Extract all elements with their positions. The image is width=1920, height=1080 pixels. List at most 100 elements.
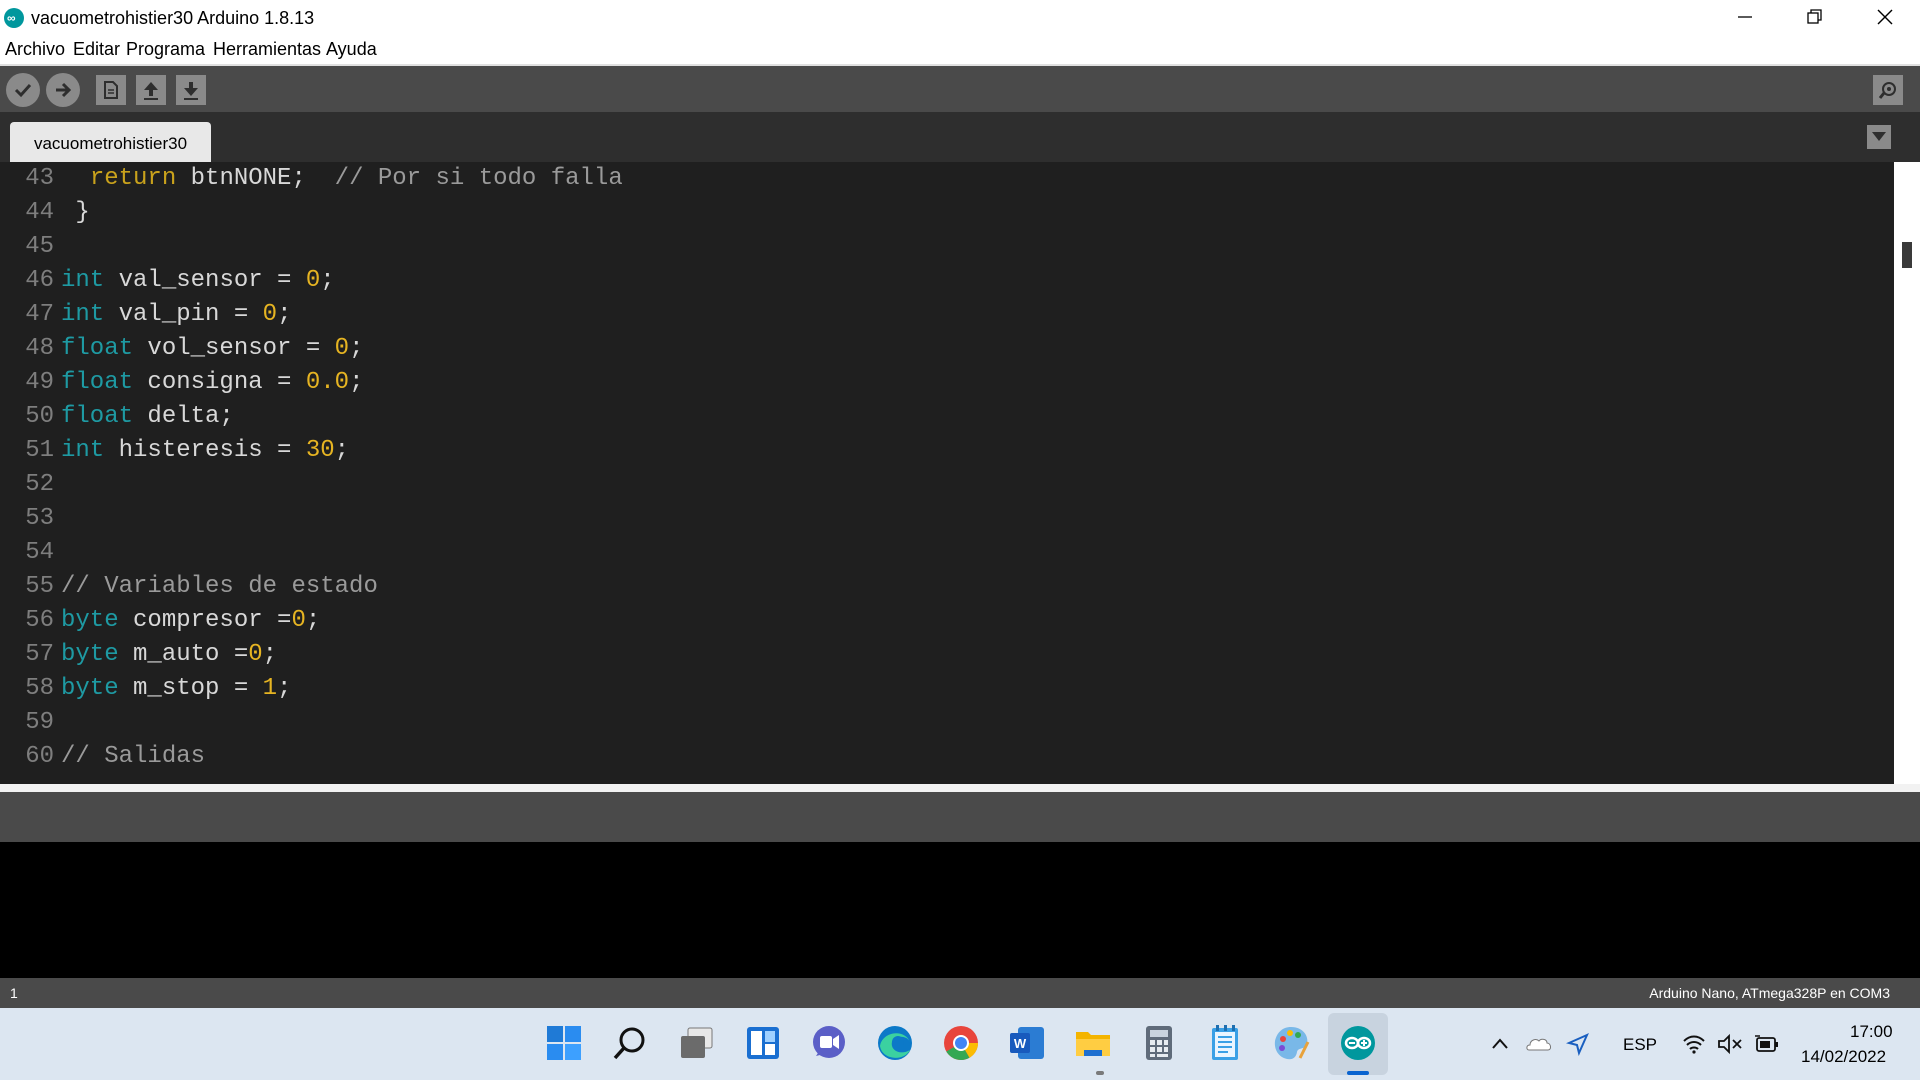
code-line[interactable]: 58 byte m_stop = 1; (0, 672, 1894, 706)
start-button[interactable] (543, 1022, 585, 1064)
battery-button[interactable] (1754, 1032, 1780, 1056)
code-line[interactable]: 54 (0, 536, 1894, 570)
menu-editar[interactable]: Editar (73, 39, 120, 60)
task-view-icon (681, 1027, 713, 1058)
tab-bar: vacuometrohistier30 (0, 112, 1920, 162)
menu-bar: Archivo Editar Programa Herramientas Ayu… (0, 34, 1920, 66)
code-line[interactable]: 55 // Variables de estado (0, 570, 1894, 604)
line-code[interactable]: } (61, 196, 89, 230)
close-icon (1877, 9, 1893, 25)
line-code[interactable]: int val_pin = 0; (61, 298, 291, 332)
serial-monitor-button[interactable] (1873, 75, 1903, 105)
line-number: 58 (25, 675, 54, 702)
code-editor[interactable]: 43 return btnNONE; // Por si todo falla 4… (0, 162, 1894, 784)
menu-ayuda[interactable]: Ayuda (326, 39, 377, 60)
line-code[interactable]: int val_sensor = 0; (61, 264, 335, 298)
minimize-button[interactable] (1710, 0, 1780, 34)
widgets-icon (747, 1027, 779, 1059)
onedrive-button[interactable] (1525, 1032, 1553, 1056)
line-code[interactable]: float delta; (61, 400, 234, 434)
line-code[interactable]: float vol_sensor = 0; (61, 332, 363, 366)
close-button[interactable] (1850, 0, 1920, 34)
battery-icon (1755, 1035, 1778, 1052)
tab-menu-button[interactable] (1867, 125, 1891, 149)
title-bar: ∞ vacuometrohistier30 Arduino 1.8.13 (0, 0, 1920, 34)
open-sketch-button[interactable] (136, 75, 166, 105)
arduino-button[interactable] (1337, 1022, 1379, 1064)
paint-button[interactable] (1270, 1022, 1312, 1064)
line-code[interactable]: float consigna = 0.0; (61, 366, 363, 400)
chrome-button[interactable] (940, 1022, 982, 1064)
minimize-icon (1738, 16, 1752, 18)
line-code[interactable]: byte compresor =0; (61, 604, 320, 638)
search-button[interactable] (609, 1022, 651, 1064)
code-line[interactable]: 60 // Salidas (0, 740, 1894, 774)
show-hidden-icons-button[interactable] (1488, 1032, 1512, 1056)
code-line[interactable]: 52 (0, 468, 1894, 502)
code-line[interactable]: 57 byte m_auto =0; (0, 638, 1894, 672)
save-sketch-button[interactable] (176, 75, 206, 105)
svg-text:W: W (1014, 1036, 1027, 1051)
line-number: 51 (25, 437, 54, 464)
code-line[interactable]: 51 int histeresis = 30; (0, 434, 1894, 468)
code-line[interactable]: 59 (0, 706, 1894, 740)
widgets-button[interactable] (742, 1022, 784, 1064)
code-line[interactable]: 56 byte compresor =0; (0, 604, 1894, 638)
clock-time[interactable]: 17:00 (1850, 1022, 1893, 1042)
editor-console-divider[interactable] (0, 784, 1920, 792)
status-bar: 1 Arduino Nano, ATmega328P en COM3 (0, 978, 1920, 1008)
arduino-icon (1341, 1026, 1375, 1060)
code-line[interactable]: 50 float delta; (0, 400, 1894, 434)
calculator-button[interactable] (1138, 1022, 1180, 1064)
search-icon (613, 1027, 645, 1060)
input-language-indicator[interactable]: ESP (1623, 1035, 1657, 1055)
code-line[interactable]: 48 float vol_sensor = 0; (0, 332, 1894, 366)
line-code[interactable]: // Salidas (61, 740, 205, 774)
line-code[interactable]: // Variables de estado (61, 570, 378, 604)
serial-monitor-icon (1878, 82, 1896, 99)
volume-button[interactable] (1717, 1032, 1743, 1056)
upload-button[interactable] (46, 73, 80, 107)
editor-scrollbar[interactable] (1894, 162, 1920, 784)
arduino-logo-icon: ∞ (4, 8, 24, 28)
code-line[interactable]: 43 return btnNONE; // Por si todo falla (0, 162, 1894, 196)
new-sketch-button[interactable] (96, 75, 126, 105)
taskbar: W ESP 17:00 14/02/2022 (0, 1008, 1920, 1080)
code-line[interactable]: 46 int val_sensor = 0; (0, 264, 1894, 298)
teams-chat-button[interactable] (808, 1022, 850, 1064)
code-line[interactable]: 45 (0, 230, 1894, 264)
location-button[interactable] (1565, 1032, 1590, 1057)
notepad-button[interactable] (1204, 1022, 1246, 1064)
line-number: 48 (25, 335, 54, 362)
code-line[interactable]: 44 } (0, 196, 1894, 230)
line-number: 43 (25, 165, 54, 192)
new-icon (104, 81, 118, 99)
line-number: 59 (25, 709, 54, 736)
menu-archivo[interactable]: Archivo (5, 39, 65, 60)
line-code[interactable]: int histeresis = 30; (61, 434, 349, 468)
open-icon (144, 82, 158, 100)
scrollbar-thumb[interactable] (1902, 242, 1912, 268)
line-number: 60 (25, 743, 54, 770)
line-code[interactable]: return btnNONE; // Por si todo falla (61, 162, 623, 196)
verify-button[interactable] (6, 73, 40, 107)
restore-button[interactable] (1780, 0, 1850, 34)
line-code[interactable]: byte m_stop = 1; (61, 672, 291, 706)
edge-button[interactable] (874, 1022, 916, 1064)
menu-herramientas[interactable]: Herramientas (213, 39, 321, 60)
code-line[interactable]: 49 float consigna = 0.0; (0, 366, 1894, 400)
location-icon (1565, 1033, 1589, 1057)
network-button[interactable] (1682, 1032, 1706, 1056)
mute-icon (1718, 1033, 1742, 1055)
menu-programa[interactable]: Programa (126, 39, 205, 60)
clock-date[interactable]: 14/02/2022 (1801, 1047, 1886, 1067)
code-line[interactable]: 47 int val_pin = 0; (0, 298, 1894, 332)
line-number: 45 (25, 233, 54, 260)
code-line[interactable]: 53 (0, 502, 1894, 536)
line-code[interactable]: byte m_auto =0; (61, 638, 277, 672)
file-explorer-button[interactable] (1072, 1022, 1114, 1064)
chevron-down-icon (1872, 132, 1886, 141)
task-view-button[interactable] (676, 1022, 718, 1064)
word-button[interactable]: W (1006, 1022, 1048, 1064)
tab-vacuometrohistier30[interactable]: vacuometrohistier30 (10, 122, 211, 162)
